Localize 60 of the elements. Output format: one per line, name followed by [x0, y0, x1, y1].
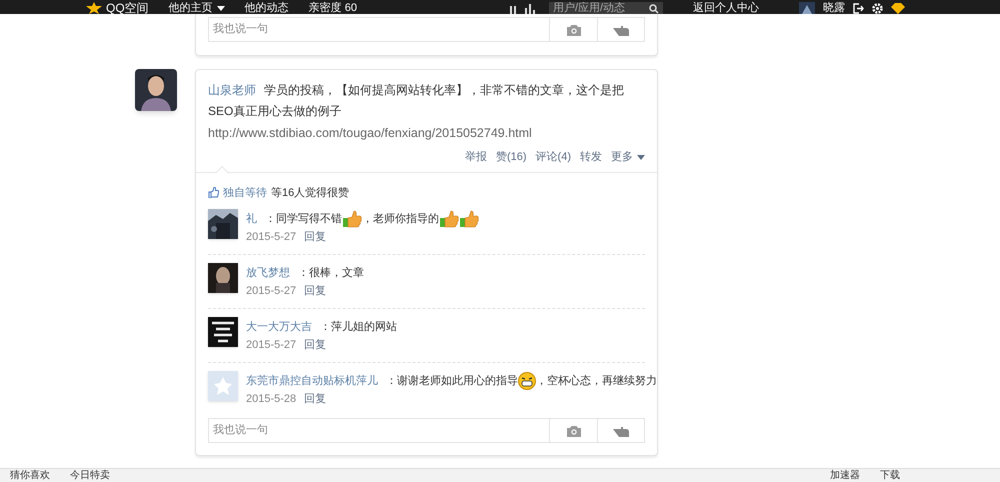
- bottom-bar-link[interactable]: 下载: [880, 470, 900, 482]
- pointing-hand-button[interactable]: [597, 17, 645, 42]
- comment-date: 2015-5-28: [246, 392, 296, 407]
- camera-button[interactable]: [549, 17, 597, 42]
- commenter-link[interactable]: 大一大万大吉: [246, 318, 312, 336]
- likes-text: 等16人觉得很赞: [271, 186, 350, 200]
- action-link[interactable]: 举报: [464, 149, 487, 166]
- camera-button[interactable]: [549, 418, 597, 443]
- nav-link[interactable]: 他的动态: [244, 2, 289, 14]
- star-logo-icon: [86, 2, 102, 14]
- commenter-link[interactable]: 礼: [246, 210, 257, 228]
- action-link[interactable]: 赞(16): [496, 149, 527, 166]
- commenter-link[interactable]: 东莞市鼎控自动贴标机萍儿: [246, 372, 378, 390]
- caret-icon: [216, 6, 225, 11]
- like-icon: [208, 187, 219, 198]
- author-link[interactable]: 山泉老师: [208, 83, 256, 97]
- reply-link[interactable]: 回复: [304, 284, 326, 299]
- comment-input-field[interactable]: 我也说一句: [208, 17, 549, 42]
- pointing-hand-icon: [613, 24, 629, 36]
- action-link[interactable]: 更多: [611, 149, 645, 166]
- bottom-bar-link[interactable]: 加速器: [830, 470, 860, 482]
- back-link[interactable]: 返回个人中心: [692, 2, 759, 14]
- settings-icon[interactable]: [872, 3, 883, 14]
- search-field[interactable]: 用户/应用/动态: [548, 2, 663, 14]
- post-text: 山泉老师 学员的投稿，【如何提高网站转化率】，非常不错的文章，这个是把SEO真正用心去做的例子: [208, 82, 625, 120]
- comment-text: ：萍儿姐的网站: [320, 320, 397, 335]
- pointing-hand-button[interactable]: [597, 418, 645, 443]
- comment-text: ，空杯心态，再继续努力: [536, 374, 657, 389]
- comment-input-field[interactable]: 我也说一句: [208, 418, 549, 443]
- comment-text: ：谢谢老师如此用心的指导: [386, 374, 518, 389]
- comment-date: 2015-5-27: [246, 284, 296, 299]
- liker-link[interactable]: 独自等待: [223, 184, 267, 201]
- bottom-bar-link[interactable]: 猜你喜欢: [10, 470, 50, 482]
- action-link[interactable]: 转发: [580, 149, 602, 166]
- comment-text: ：同学写得不错: [265, 212, 342, 227]
- camera-icon: [566, 24, 580, 36]
- nav-link[interactable]: 他的主页: [168, 2, 225, 14]
- comment-text: ，老师你指导的: [362, 212, 439, 227]
- thumbs-up-emoji-icon: [459, 210, 479, 228]
- nav-link[interactable]: 亲密度 60: [308, 2, 357, 14]
- grinning-emoji-icon: [518, 372, 536, 390]
- thumbs-up-emoji-icon: [342, 210, 362, 228]
- comment-date: 2015-5-27: [246, 230, 296, 245]
- commenter-link[interactable]: 放飞梦想: [246, 264, 290, 282]
- pointing-hand-icon: [613, 424, 629, 436]
- reply-link[interactable]: 回复: [304, 392, 326, 407]
- diamond-icon[interactable]: [890, 3, 905, 14]
- user-name[interactable]: 晓露: [822, 2, 845, 14]
- logo-text: QQ空间: [106, 2, 149, 14]
- comment-date: 2015-5-27: [246, 338, 296, 353]
- thumbs-up-emoji-icon: [439, 210, 459, 228]
- reply-link[interactable]: 回复: [304, 338, 326, 353]
- exit-icon[interactable]: [852, 3, 864, 14]
- post-link[interactable]: http://www.stdibiao.com/tougao/fenxiang/2015052749.html: [208, 123, 645, 144]
- bottom-bar-link[interactable]: 今日特卖: [70, 470, 110, 482]
- caret-icon: [637, 154, 645, 160]
- comment-text: ：很棒，文章: [298, 266, 364, 281]
- reply-link[interactable]: 回复: [304, 230, 326, 245]
- camera-icon: [566, 424, 580, 436]
- action-link[interactable]: 评论(4): [536, 149, 571, 166]
